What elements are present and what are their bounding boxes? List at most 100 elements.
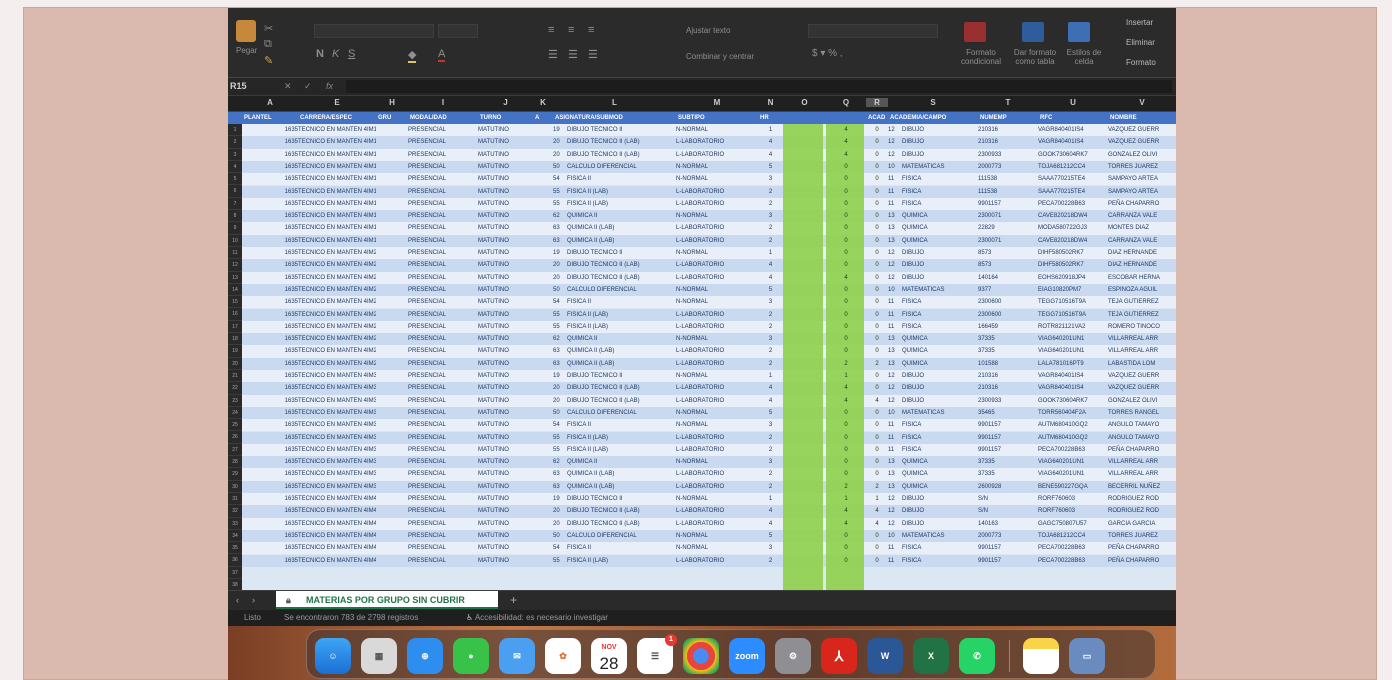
- table-cell[interactable]: 2300933: [978, 149, 1038, 161]
- table-cell[interactable]: 1635: [242, 161, 298, 173]
- table-row[interactable]: 1635 TECNICO EN MANTEN 4IM4 PRESENCIAL MATU…: [242, 554, 1176, 567]
- table-cell[interactable]: 1635: [242, 186, 298, 198]
- table-cell[interactable]: 1635: [242, 481, 298, 493]
- table-cell[interactable]: GONZALEZ OLIVI: [1108, 149, 1176, 161]
- table-cell[interactable]: MATUTINO: [478, 518, 533, 530]
- table-cell[interactable]: MATUTINO: [478, 149, 533, 161]
- table-cell[interactable]: MATUTINO: [478, 456, 533, 468]
- table-cell[interactable]: 4: [758, 136, 783, 148]
- table-cell[interactable]: PRESENCIAL: [408, 247, 478, 259]
- table-cell[interactable]: TECNICO EN MANTEN 4IM2: [298, 309, 376, 321]
- table-cell[interactable]: 2300600: [978, 296, 1038, 308]
- row-number[interactable]: 11: [228, 247, 242, 260]
- table-cell[interactable]: MATUTINO: [478, 272, 533, 284]
- table-cell[interactable]: MONTES DIAZ: [1108, 222, 1176, 234]
- row-number[interactable]: 1: [228, 124, 242, 137]
- table-cell[interactable]: 140163: [978, 518, 1038, 530]
- table-cell[interactable]: N-NORMAL: [676, 370, 758, 382]
- highlight-cell[interactable]: 0: [828, 186, 864, 198]
- table-cell[interactable]: 2: [758, 186, 783, 198]
- table-cell[interactable]: 55: [553, 198, 567, 210]
- table-cell[interactable]: VAZQUEZ GUERR: [1108, 124, 1176, 136]
- format-table-icon[interactable]: [1022, 22, 1044, 42]
- header-cell[interactable]: ACAD: [866, 112, 888, 124]
- table-cell[interactable]: N-NORMAL: [676, 407, 758, 419]
- table-cell[interactable]: TECNICO EN MANTEN 4IM2: [298, 272, 376, 284]
- table-cell[interactable]: FISICA II (LAB): [567, 186, 676, 198]
- highlight-cell[interactable]: 0: [868, 272, 886, 284]
- table-cell[interactable]: QUIMICA II: [567, 333, 676, 345]
- table-cell[interactable]: QUIMICA II (LAB): [567, 481, 676, 493]
- column-header-q[interactable]: Q: [826, 98, 866, 107]
- table-cell[interactable]: L-LABORATORIO: [676, 358, 758, 370]
- table-cell[interactable]: 1635: [242, 382, 298, 394]
- table-cell[interactable]: DIBUJO: [902, 247, 978, 259]
- row-number[interactable]: 19: [228, 345, 242, 358]
- table-cell[interactable]: 19: [553, 124, 567, 136]
- highlight-cell[interactable]: 0: [828, 333, 864, 345]
- table-cell[interactable]: 1635: [242, 210, 298, 222]
- highlight-cell[interactable]: 0: [828, 259, 864, 271]
- table-cell[interactable]: QUIMICA: [902, 210, 978, 222]
- table-cell[interactable]: DIBUJO TECNICO II: [567, 124, 676, 136]
- table-cell[interactable]: TECNICO EN MANTEN 4IM2: [298, 358, 376, 370]
- table-cell[interactable]: TECNICO EN MANTEN 4IM3: [298, 407, 376, 419]
- table-cell[interactable]: 1635: [242, 198, 298, 210]
- table-cell[interactable]: 2: [758, 321, 783, 333]
- highlight-cell[interactable]: 0: [868, 149, 886, 161]
- column-header-r[interactable]: R: [866, 98, 888, 107]
- highlight-cell[interactable]: 0: [828, 444, 864, 456]
- row-number[interactable]: 17: [228, 321, 242, 334]
- highlight-cell[interactable]: 0: [828, 419, 864, 431]
- table-cell[interactable]: 2: [758, 481, 783, 493]
- fx-icon[interactable]: fx: [326, 81, 333, 91]
- table-cell[interactable]: PRESENCIAL: [408, 530, 478, 542]
- table-cell[interactable]: DIBUJO: [902, 370, 978, 382]
- header-cell[interactable]: [783, 112, 826, 124]
- table-cell[interactable]: 1: [758, 124, 783, 136]
- column-header-l[interactable]: L: [553, 98, 676, 107]
- table-cell[interactable]: 2: [758, 235, 783, 247]
- table-cell[interactable]: DIBUJO: [902, 505, 978, 517]
- table-cell[interactable]: GOOK730604RK7: [1038, 149, 1108, 161]
- table-cell[interactable]: 1635: [242, 284, 298, 296]
- highlight-cell[interactable]: 0: [868, 284, 886, 296]
- prev-sheet-icon[interactable]: ‹: [236, 595, 239, 605]
- table-cell[interactable]: VIAG640201UN1: [1038, 333, 1108, 345]
- highlight-cell[interactable]: 0: [868, 468, 886, 480]
- row-number[interactable]: 2: [228, 136, 242, 149]
- table-cell[interactable]: L-LABORATORIO: [676, 555, 758, 567]
- table-cell[interactable]: 166459: [978, 321, 1038, 333]
- table-cell[interactable]: TECNICO EN MANTEN 4IM3: [298, 419, 376, 431]
- table-cell[interactable]: SAAA770215TE4: [1038, 173, 1108, 185]
- table-cell[interactable]: 11: [888, 419, 902, 431]
- table-cell[interactable]: 1635: [242, 407, 298, 419]
- table-cell[interactable]: PRESENCIAL: [408, 456, 478, 468]
- table-row[interactable]: 1635 TECNICO EN MANTEN 4IM1 PRESENCIAL MATU…: [242, 185, 1176, 198]
- highlight-cell[interactable]: 0: [868, 222, 886, 234]
- row-number[interactable]: 32: [228, 505, 242, 518]
- table-cell[interactable]: 54: [553, 542, 567, 554]
- table-cell[interactable]: QUIMICA: [902, 345, 978, 357]
- table-cell[interactable]: VAZQUEZ GUERR: [1108, 382, 1176, 394]
- table-cell[interactable]: TECNICO EN MANTEN 4IM2: [298, 321, 376, 333]
- table-cell[interactable]: 12: [888, 505, 902, 517]
- table-row[interactable]: 1635 TECNICO EN MANTEN 4IM2 PRESENCIAL MATU…: [242, 283, 1176, 297]
- table-row[interactable]: 1635 TECNICO EN MANTEN 4IM3 PRESENCIAL MATU…: [242, 431, 1176, 444]
- table-cell[interactable]: PRESENCIAL: [408, 505, 478, 517]
- row-number[interactable]: 12: [228, 259, 242, 272]
- table-cell[interactable]: DIAZ HERNANDE: [1108, 259, 1176, 271]
- table-cell[interactable]: 10: [888, 161, 902, 173]
- table-cell[interactable]: TECNICO EN MANTEN 4IM1: [298, 149, 376, 161]
- table-cell[interactable]: TECNICO EN MANTEN 4IM3: [298, 382, 376, 394]
- table-cell[interactable]: 4: [758, 149, 783, 161]
- cell-styles-button[interactable]: Estilos de celda: [1064, 48, 1104, 66]
- table-cell[interactable]: CAVE820218DW4: [1038, 235, 1108, 247]
- table-cell[interactable]: VILLARREAL ARR: [1108, 333, 1176, 345]
- table-cell[interactable]: MATEMATICAS: [902, 530, 978, 542]
- calendar-icon[interactable]: NOV 28: [591, 638, 627, 674]
- table-cell[interactable]: FISICA II (LAB): [567, 321, 676, 333]
- table-row[interactable]: 1635 TECNICO EN MANTEN 4IM2 PRESENCIAL MATU…: [242, 345, 1176, 358]
- table-row[interactable]: 1635 TECNICO EN MANTEN 4IM3 PRESENCIAL MATU…: [242, 394, 1176, 407]
- table-cell[interactable]: PRESENCIAL: [408, 493, 478, 505]
